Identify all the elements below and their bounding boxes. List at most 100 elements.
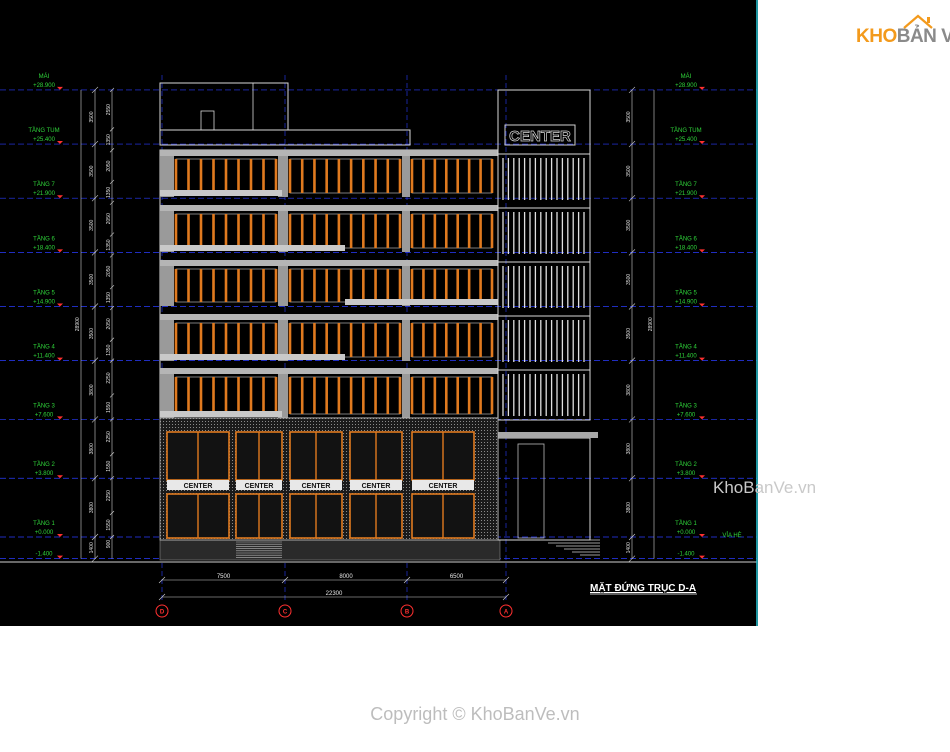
- window-mullion: [398, 159, 402, 193]
- window-mullion: [398, 269, 402, 302]
- level-triangle-icon: [699, 303, 705, 307]
- dim-value-right: 3800: [626, 443, 632, 454]
- window-mullion: [212, 214, 215, 248]
- window-mullion: [237, 377, 240, 414]
- level-elevation-left: +11.400: [33, 354, 55, 360]
- dim-value-left: 3500: [89, 219, 95, 230]
- level-elevation-right: +7.600: [677, 412, 696, 418]
- level-triangle-icon: [57, 534, 63, 537]
- level-elevation-right: +11.400: [675, 354, 697, 360]
- total-dim-value-right: 28900: [648, 317, 654, 331]
- level-triangle-icon: [57, 416, 63, 420]
- window-mullion: [410, 377, 414, 414]
- window-mullion: [325, 377, 328, 414]
- window-mullion: [444, 269, 448, 302]
- window-mullion: [274, 159, 278, 193]
- watermark-text: KhoBanVe.vn: [713, 478, 817, 497]
- dim-value-left: 3500: [89, 111, 95, 122]
- tower-sign-text: CENTER: [509, 128, 571, 145]
- window-mullion: [349, 269, 353, 302]
- window-mullion: [398, 214, 402, 248]
- level-name-right: TẦNG TUM: [670, 127, 701, 134]
- window-mullion: [212, 269, 215, 302]
- pier: [402, 320, 410, 361]
- shop-sign-text: CENTER: [429, 483, 458, 490]
- window-mullion: [337, 323, 341, 357]
- window-mullion: [313, 323, 316, 357]
- level-name-left: TẦNG 2: [33, 461, 55, 468]
- axis-markers: DCBA: [155, 604, 513, 618]
- window-mullion: [249, 377, 253, 414]
- dim-value-left: 3800: [89, 502, 95, 513]
- window-mullion: [262, 214, 265, 248]
- pier: [278, 266, 288, 306]
- window-mullion: [174, 377, 178, 414]
- balcony-slab: [345, 299, 498, 305]
- logo-text-banve: BẢN VẼ: [896, 26, 950, 47]
- window-mullion: [212, 159, 215, 193]
- level-name-left: TẦNG 5: [33, 289, 55, 296]
- axis-label: C: [283, 610, 288, 616]
- window-mullion: [386, 323, 390, 357]
- inner-dim-value: 1350: [106, 344, 112, 355]
- level-triangle-icon: [57, 357, 63, 361]
- window-mullion: [224, 214, 228, 248]
- bottom-dim-value: 6500: [450, 574, 464, 580]
- window-mullion: [325, 214, 328, 248]
- window-mullion: [374, 214, 377, 248]
- building-facade: CENTER CENTER CENTER CENTER CENTER CENTER: [0, 82, 757, 563]
- window-mullion: [262, 159, 265, 193]
- window-mullion: [467, 159, 471, 193]
- window-mullion: [224, 377, 228, 414]
- pier: [402, 211, 410, 252]
- window-mullion: [300, 159, 304, 193]
- window-mullion: [422, 214, 425, 248]
- shop-sign-text: CENTER: [302, 483, 331, 490]
- level-elevation-left: +0.000: [35, 530, 54, 536]
- window-mullion: [199, 269, 203, 302]
- dim-value-right: 1400: [626, 542, 632, 553]
- window-mullion: [199, 214, 203, 248]
- window-mullion: [262, 269, 265, 302]
- dim-value-right: 3500: [626, 165, 632, 176]
- window-mullion: [300, 269, 304, 302]
- window-mullion: [212, 323, 215, 357]
- level-name-right: TẦNG 3: [675, 402, 697, 409]
- window-mullion: [325, 323, 328, 357]
- bottom-dim-value: 8000: [339, 574, 353, 580]
- level-triangle-icon: [57, 86, 63, 90]
- level-elevation-right: +18.400: [675, 245, 698, 251]
- window-mullion: [313, 269, 316, 302]
- level-triangle-icon: [699, 249, 705, 253]
- window-mullion: [174, 323, 178, 357]
- window-mullion: [422, 323, 425, 357]
- window-mullion: [386, 377, 390, 414]
- roof-window: [200, 110, 215, 131]
- window-mullion: [479, 159, 482, 193]
- window-mullion: [349, 159, 353, 193]
- bottom-dim-value: 7500: [217, 574, 231, 580]
- window-mullion: [386, 214, 390, 248]
- window-mullion: [467, 214, 471, 248]
- inner-dim-value: 1350: [106, 187, 112, 198]
- inner-dim-value: 2050: [106, 266, 112, 277]
- balcony-slab: [160, 190, 282, 196]
- window-mullion: [337, 214, 341, 248]
- window-mullion: [313, 214, 316, 248]
- window-mullion: [187, 377, 190, 414]
- window-mullion: [362, 323, 365, 357]
- level-elevation-left: -1.400: [35, 552, 53, 558]
- inner-dim-value: 2550: [106, 104, 112, 115]
- inner-dim-value: 2250: [106, 372, 112, 383]
- window-mullion: [362, 377, 365, 414]
- tower-entry-door: [517, 443, 545, 539]
- level-triangle-icon: [57, 141, 63, 145]
- window-mullion: [433, 269, 437, 302]
- window-mullion: [398, 323, 402, 357]
- window-mullion: [325, 159, 328, 193]
- level-name-right: TẦNG 1: [675, 520, 697, 527]
- bottom-total-value: 22300: [326, 591, 343, 597]
- window-mullion: [199, 377, 203, 414]
- window-mullion: [237, 323, 240, 357]
- level-name-right: TẦNG 6: [675, 235, 697, 242]
